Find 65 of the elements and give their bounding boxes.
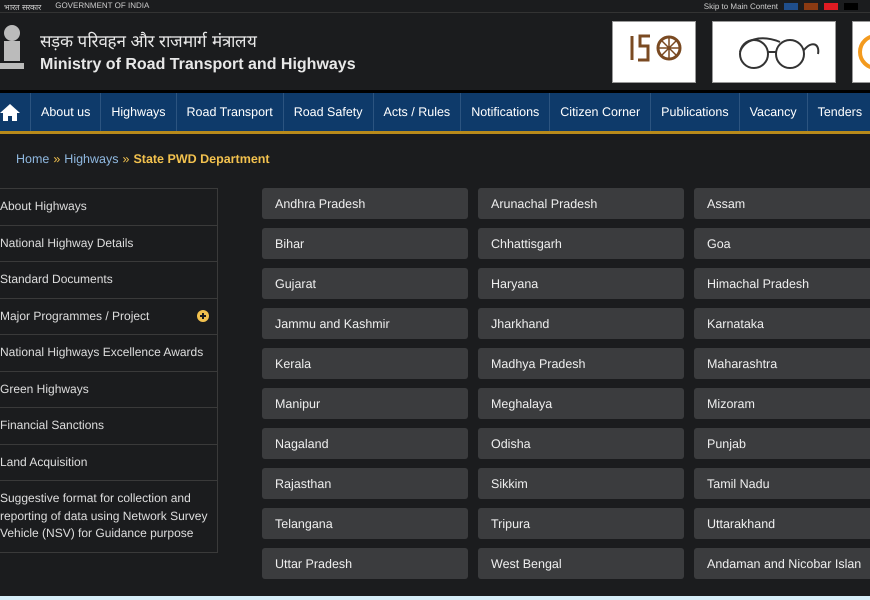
- state-link[interactable]: Tripura: [478, 508, 684, 539]
- theme-swatch[interactable]: [844, 2, 858, 10]
- sidebar-item[interactable]: Suggestive format for collection and reporting of data using Network Survey Vehicle (NSV) for Guidance purpose: [0, 481, 217, 552]
- nav-item[interactable]: Road Safety: [282, 93, 372, 131]
- state-link[interactable]: Karnataka: [694, 308, 870, 339]
- plus-circle-icon[interactable]: [197, 310, 209, 322]
- state-link[interactable]: West Bengal: [478, 548, 684, 579]
- ministry-title-hindi: सड़क परिवहन और राजमार्ग मंत्रालय: [40, 30, 258, 52]
- top-bar-text: GOVERNMENT OF INDIA: [55, 0, 150, 12]
- state-link[interactable]: Andaman and Nicobar Islan: [694, 548, 870, 579]
- state-link[interactable]: Andhra Pradesh: [262, 188, 468, 219]
- nav-item[interactable]: Publications: [650, 93, 739, 131]
- sidebar-item[interactable]: Major Programmes / Project: [0, 298, 217, 335]
- state-link[interactable]: Sikkim: [478, 468, 684, 499]
- state-link[interactable]: Rajasthan: [262, 468, 468, 499]
- state-link[interactable]: Uttar Pradesh: [262, 548, 468, 579]
- state-link[interactable]: Himachal Pradesh: [694, 268, 870, 299]
- state-link[interactable]: Jharkhand: [478, 308, 684, 339]
- nav-item[interactable]: Road Transport: [176, 93, 283, 131]
- sidebar-item-label: Major Programmes / Project: [0, 308, 150, 324]
- state-link[interactable]: Telangana: [262, 508, 468, 539]
- state-link[interactable]: Mizoram: [694, 388, 870, 419]
- state-link[interactable]: Odisha: [478, 428, 684, 459]
- breadcrumb-separator: »: [122, 152, 130, 168]
- state-link[interactable]: Meghalaya: [478, 388, 684, 419]
- nav-item[interactable]: Notifications: [460, 93, 550, 131]
- state-link[interactable]: Chhattisgarh: [478, 228, 684, 259]
- sidebar-item[interactable]: Green Highways: [0, 372, 217, 408]
- state-link[interactable]: Madhya Pradesh: [478, 348, 684, 379]
- theme-swatch[interactable]: [824, 2, 838, 10]
- nav-item[interactable]: Citizen Corner: [549, 93, 650, 131]
- state-link[interactable]: Assam: [694, 188, 870, 219]
- state-link[interactable]: Nagaland: [262, 428, 468, 459]
- sidebar-item[interactable]: Land Acquisition: [0, 444, 217, 481]
- sidebar-item[interactable]: National Highways Excellence Awards: [0, 335, 217, 372]
- theme-swatch[interactable]: [784, 2, 798, 10]
- breadcrumb-current-page[interactable]: State PWD Department: [133, 152, 270, 172]
- state-link[interactable]: Jammu and Kashmir: [262, 308, 468, 339]
- top-bar-text: भारत सरकार: [4, 2, 42, 12]
- breadcrumb-separator: »: [53, 152, 60, 168]
- nav-item[interactable]: Acts / Rules: [372, 93, 460, 131]
- state-link[interactable]: Tamil Nadu: [694, 468, 870, 499]
- state-link[interactable]: Uttarakhand: [694, 508, 870, 539]
- state-link[interactable]: Maharashtra: [694, 348, 870, 379]
- breadcrumb-link[interactable]: Home: [16, 152, 50, 172]
- skip-link[interactable]: Skip to Main Content: [704, 2, 778, 10]
- state-link[interactable]: Manipur: [262, 388, 468, 419]
- sidebar-item[interactable]: About Highways: [0, 189, 217, 226]
- nav-item[interactable]: Vacancy: [738, 93, 807, 131]
- breadcrumb-link[interactable]: Highways: [64, 152, 118, 172]
- state-link[interactable]: Gujarat: [262, 268, 468, 299]
- nav-item[interactable]: Highways: [100, 93, 176, 131]
- sidebar-item[interactable]: Standard Documents: [0, 262, 217, 298]
- state-link[interactable]: Kerala: [262, 348, 468, 379]
- state-link[interactable]: Bihar: [262, 228, 468, 259]
- state-link[interactable]: Goa: [694, 228, 870, 259]
- state-link[interactable]: Haryana: [478, 268, 684, 299]
- nav-item[interactable]: About us: [30, 93, 100, 131]
- theme-swatch[interactable]: [804, 2, 818, 10]
- state-link[interactable]: Arunachal Pradesh: [478, 188, 684, 219]
- state-link[interactable]: Punjab: [694, 428, 870, 459]
- ministry-title: Ministry of Road Transport and Highways: [40, 56, 357, 74]
- nav-item[interactable]: Tenders: [806, 93, 870, 131]
- sidebar-item[interactable]: National Highway Details: [0, 226, 217, 262]
- sidebar-item[interactable]: Financial Sanctions: [0, 408, 217, 444]
